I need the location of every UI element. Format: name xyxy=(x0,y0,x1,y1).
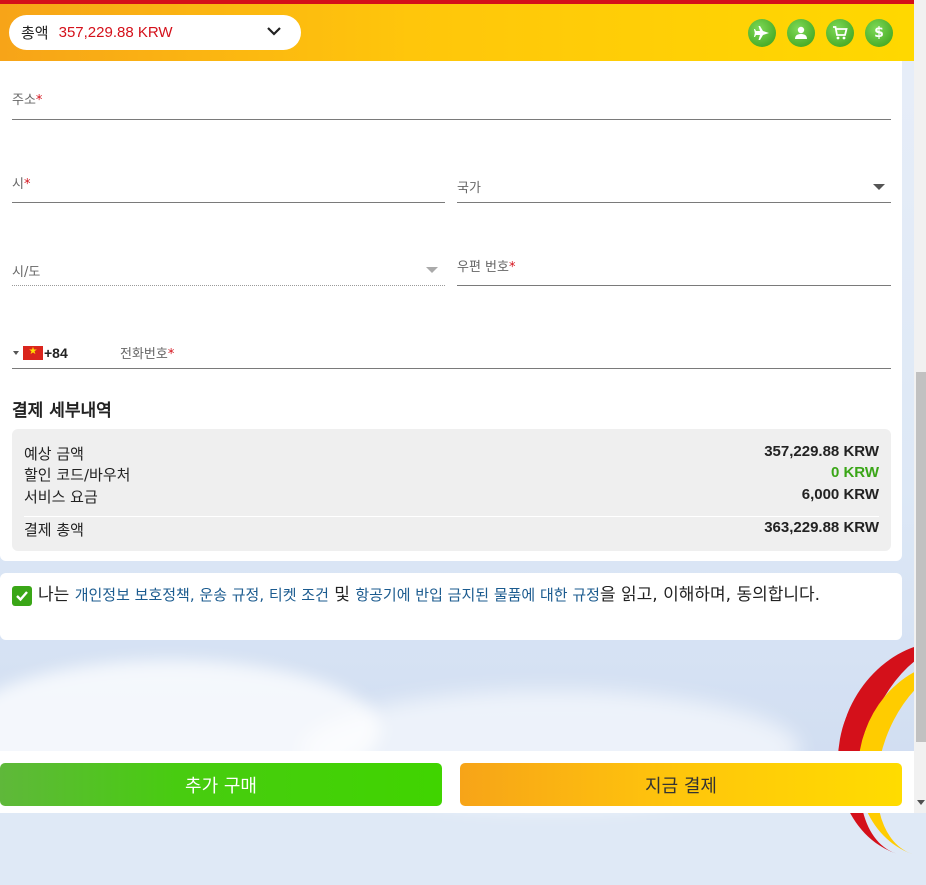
payment-details-title: 결제 세부내역 xyxy=(12,401,112,421)
phone-input[interactable]: 전화번호* xyxy=(12,339,891,369)
scroll-down-arrow-icon[interactable] xyxy=(917,800,925,805)
caret-down-icon xyxy=(873,184,885,190)
cart-icon[interactable] xyxy=(826,19,854,47)
scrollbar-thumb[interactable] xyxy=(916,372,926,742)
city-label: 시 xyxy=(12,177,24,192)
policy-link[interactable]: 개인정보 보호정책, 운송 규정, 티켓 조건 xyxy=(75,586,329,604)
total-amount-dropdown[interactable]: 총액 357,229.88 KRW xyxy=(9,15,301,50)
agreement-card: 나는 개인정보 보호정책, 운송 규정, 티켓 조건 및 항공기에 반입 금지된… xyxy=(0,573,902,640)
chevron-down-icon xyxy=(267,27,281,36)
total-label: 총액 xyxy=(21,24,49,42)
province-label: 시/도 xyxy=(12,265,41,280)
country-label: 국가 xyxy=(457,181,481,196)
summary-total-row: 결제 총액 363,229.88 KRW xyxy=(24,519,879,539)
summary-row: 서비스 요금 6,000 KRW xyxy=(24,486,879,506)
summary-divider xyxy=(24,516,879,517)
summary-row: 예상 금액 357,229.88 KRW xyxy=(24,443,879,463)
postal-code-input[interactable]: 우편 번호* xyxy=(457,256,891,286)
caret-down-icon xyxy=(426,267,438,273)
top-header: 총액 357,229.88 KRW $ xyxy=(0,0,914,61)
agreement-checkbox[interactable] xyxy=(12,586,32,606)
country-select[interactable]: 국가 xyxy=(457,173,891,203)
postal-label: 우편 번호 xyxy=(457,260,509,275)
contact-form-card: 주소* 시* 국가 시/도 우편 번호* ★ +84 전화번호* 결제 세부내역… xyxy=(0,61,902,561)
payment-summary: 예상 금액 357,229.88 KRW 할인 코드/바우처 0 KRW 서비스… xyxy=(12,429,891,551)
check-icon xyxy=(16,591,28,602)
buy-more-button[interactable]: 추가 구매 xyxy=(0,763,442,806)
phone-label: 전화번호 xyxy=(120,347,168,362)
summary-row: 할인 코드/바우처 0 KRW xyxy=(24,464,879,484)
total-value: 357,229.88 KRW xyxy=(58,24,173,41)
address-label: 주소 xyxy=(12,93,36,108)
address-input[interactable]: 주소* xyxy=(12,89,891,120)
city-input[interactable]: 시* xyxy=(12,173,445,203)
user-icon[interactable] xyxy=(787,19,815,47)
agreement-text: 나는 개인정보 보호정책, 운송 규정, 티켓 조건 및 항공기에 반입 금지된… xyxy=(38,585,821,605)
dollar-icon[interactable]: $ xyxy=(865,19,893,47)
province-select[interactable]: 시/도 xyxy=(12,257,445,286)
prohibited-items-link[interactable]: 항공기에 반입 금지된 물품에 대한 규정 xyxy=(355,586,600,604)
pay-now-button[interactable]: 지금 결제 xyxy=(460,763,902,806)
plane-icon[interactable] xyxy=(748,19,776,47)
bottom-action-bar: 추가 구매 지금 결제 xyxy=(0,751,914,813)
